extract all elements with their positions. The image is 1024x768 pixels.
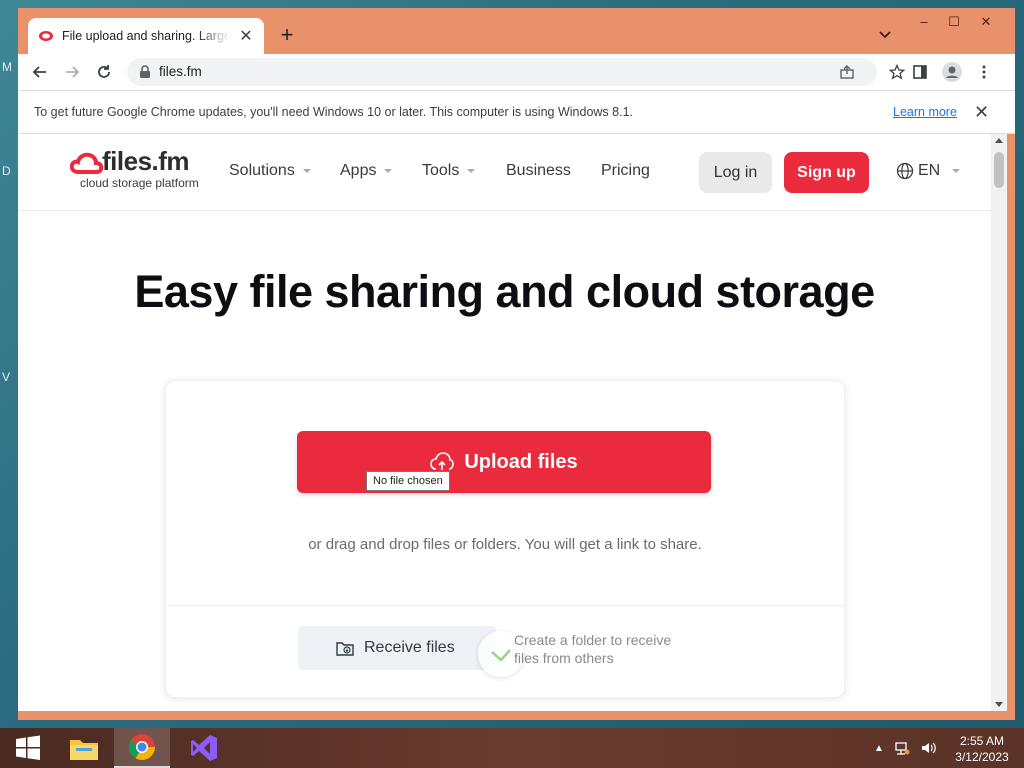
login-button[interactable]: Log in (699, 152, 772, 193)
upload-files-button[interactable]: Upload files (297, 431, 711, 493)
back-button[interactable] (28, 60, 52, 84)
vertical-scrollbar[interactable] (991, 134, 1007, 711)
visual-studio-icon (191, 735, 217, 761)
logo-wordmark: files.fm (102, 146, 190, 176)
browser-window: File upload and sharing. Large files ✕ +… (18, 8, 1015, 720)
network-icon[interactable] (894, 740, 910, 756)
menu-button[interactable] (972, 60, 996, 84)
start-button[interactable] (0, 728, 56, 768)
maximize-button[interactable]: ☐ (938, 10, 970, 34)
page-viewport: files.fm cloud storage platform Solution… (18, 134, 991, 711)
forward-button[interactable] (60, 60, 84, 84)
checkmark-icon (491, 649, 511, 662)
url-text[interactable]: files.fm (159, 64, 202, 79)
chevron-down-icon (384, 168, 393, 173)
nav-label: Business (506, 162, 571, 179)
bookmark-star-icon[interactable] (889, 64, 905, 80)
upload-card: Upload files No file chosen or drag and … (165, 380, 845, 698)
nav-label: Apps (340, 162, 377, 179)
logo-tagline: cloud storage platform (80, 176, 199, 190)
clock-time: 2:55 AM (959, 734, 1005, 748)
file-explorer-taskbar-button[interactable] (56, 728, 112, 768)
chrome-taskbar-button[interactable] (114, 728, 170, 768)
minimize-button[interactable]: – (908, 10, 940, 34)
clock-date: 3/12/2023 (955, 750, 1009, 764)
nav-label: Pricing (601, 162, 650, 179)
cloud-upload-icon (430, 452, 455, 470)
nav-label: Tools (422, 162, 460, 179)
forward-arrow-icon (66, 66, 80, 78)
file-input-tooltip: No file chosen (366, 471, 450, 491)
nav-solutions[interactable]: Solutions (229, 162, 311, 180)
nav-business[interactable]: Business (506, 162, 571, 180)
infobar-close-icon[interactable]: ✕ (974, 102, 989, 123)
learn-more-link[interactable]: Learn more (893, 105, 957, 119)
desktop-icon-label: D (2, 164, 11, 178)
back-arrow-icon (32, 66, 46, 78)
system-tray: ▲ (874, 740, 936, 756)
nav-tools[interactable]: Tools (422, 162, 476, 180)
kebab-menu-icon (982, 65, 986, 79)
chrome-icon (128, 734, 156, 761)
receive-files-button[interactable]: Receive files (298, 626, 496, 670)
cloud-logo-icon (70, 152, 104, 174)
language-code: EN (918, 162, 941, 179)
volume-icon[interactable] (920, 740, 936, 756)
nav-pricing[interactable]: Pricing (601, 162, 650, 180)
side-panel-button[interactable] (908, 60, 932, 84)
site-header: files.fm cloud storage platform Solution… (18, 134, 991, 211)
tab-close-icon[interactable]: ✕ (238, 26, 254, 46)
signup-button[interactable]: Sign up (784, 152, 869, 193)
tab-search-chevron-icon[interactable] (874, 24, 896, 46)
tab-strip: File upload and sharing. Large files ✕ +… (18, 8, 1015, 54)
taskbar-clock[interactable]: 2:55 AM 3/12/2023 (950, 733, 1014, 765)
receive-files-label: Receive files (364, 639, 455, 656)
nav-apps[interactable]: Apps (340, 162, 393, 180)
update-infobar: To get future Google Chrome updates, you… (18, 90, 1015, 134)
visual-studio-taskbar-button[interactable] (176, 728, 232, 768)
filesfm-favicon-icon (39, 31, 53, 41)
receive-files-description: Create a folder to receive files from ot… (514, 632, 672, 666)
chevron-down-icon (467, 168, 476, 173)
side-panel-icon (913, 65, 927, 79)
lock-icon[interactable] (139, 65, 151, 79)
reload-icon (98, 65, 110, 78)
upload-files-label: Upload files (464, 450, 578, 473)
profile-button[interactable] (940, 60, 964, 84)
reload-button[interactable] (92, 60, 116, 84)
chevron-down-icon (302, 168, 311, 173)
desktop-icon-label: V (2, 370, 11, 384)
browser-tab[interactable]: File upload and sharing. Large files ✕ (28, 18, 264, 54)
divider (166, 605, 844, 606)
scroll-down-arrow-icon[interactable] (995, 702, 1003, 707)
share-icon[interactable] (839, 64, 855, 80)
drag-drop-hint: or drag and drop files or folders. You w… (308, 536, 702, 553)
tab-title: File upload and sharing. Large files (62, 29, 230, 43)
globe-icon (896, 162, 914, 180)
windows-taskbar: ▲ 2:55 AM 3/12/2023 (0, 728, 1024, 768)
show-hidden-icons-icon[interactable]: ▲ (874, 743, 884, 754)
browser-toolbar: files.fm (18, 54, 1015, 90)
new-tab-button[interactable]: + (274, 23, 300, 49)
chevron-down-icon (952, 169, 961, 173)
nav-label: Solutions (229, 162, 295, 179)
scroll-thumb[interactable] (994, 152, 1004, 188)
scroll-up-arrow-icon[interactable] (995, 138, 1003, 143)
language-selector[interactable]: EN (896, 162, 961, 180)
profile-avatar-icon (942, 62, 962, 82)
page-title: Easy file sharing and cloud storage (134, 266, 875, 317)
start-icon (16, 735, 40, 760)
close-window-button[interactable]: ✕ (970, 10, 1002, 34)
file-explorer-icon (70, 740, 98, 760)
desktop-icon-label: M (2, 60, 12, 74)
infobar-message: To get future Google Chrome updates, you… (34, 105, 633, 119)
address-bar[interactable]: files.fm (127, 58, 905, 86)
folder-download-icon (336, 642, 354, 656)
